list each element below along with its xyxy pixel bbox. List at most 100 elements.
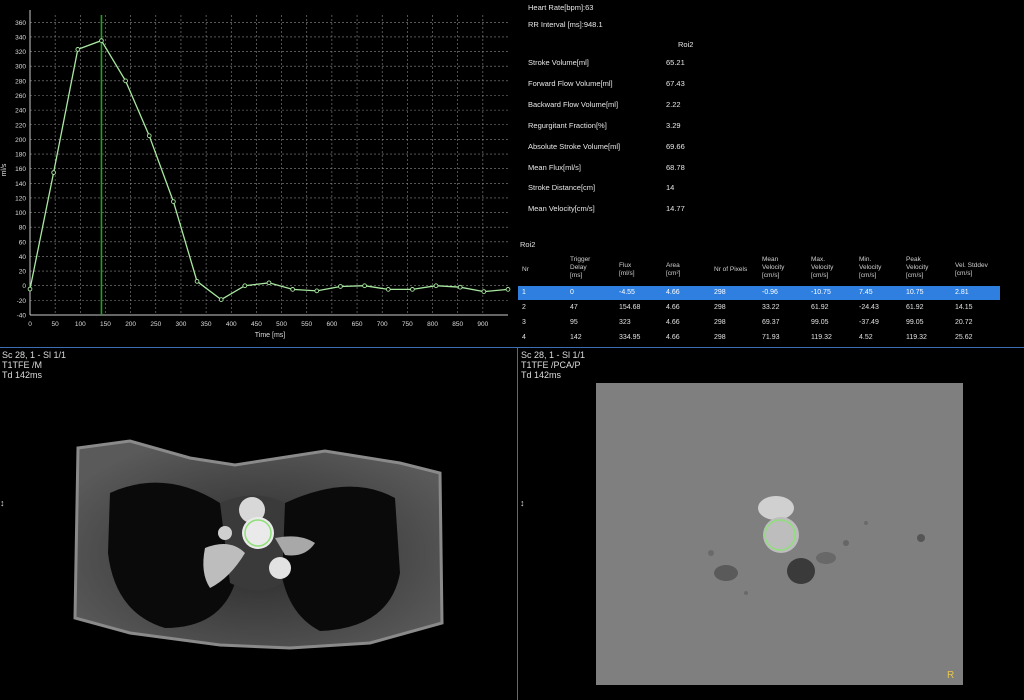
table-row[interactable]: 3 95 323 4.66 298 69.37 99.05 -37.49 99.05 20.72 bbox=[518, 316, 1000, 330]
x-axis-label: Time [ms] bbox=[255, 332, 286, 339]
table-title: Roi2 bbox=[520, 240, 536, 249]
y-tick-label: 80 bbox=[19, 225, 27, 232]
summary-label: Backward Flow Volume[ml] bbox=[528, 99, 619, 109]
table-cell: 2 bbox=[522, 304, 526, 311]
y-tick-label: 140 bbox=[15, 181, 26, 188]
y-tick-label: 340 bbox=[15, 34, 26, 41]
y-tick-label: 180 bbox=[15, 152, 26, 159]
summary-label: Stroke Distance[cm] bbox=[528, 183, 596, 193]
table-cell: 2.81 bbox=[955, 289, 969, 296]
column-header[interactable]: Peak Velocity [cm/s] bbox=[906, 256, 928, 280]
column-header[interactable]: Nr of Pixels bbox=[714, 266, 747, 274]
y-tick-label: 320 bbox=[15, 49, 26, 56]
phase-contrast-image bbox=[596, 383, 963, 685]
column-header[interactable]: Mean Velocity [cm/s] bbox=[762, 256, 784, 280]
table-cell: 33.22 bbox=[762, 304, 780, 311]
data-point bbox=[290, 287, 295, 292]
table-cell: 99.05 bbox=[811, 319, 829, 326]
table-cell: 3 bbox=[522, 319, 526, 326]
y-tick-label: -40 bbox=[17, 313, 27, 320]
y-tick-label: 160 bbox=[15, 166, 26, 173]
summary-value: 69.66 bbox=[666, 141, 685, 151]
table-cell: 1 bbox=[522, 289, 526, 296]
data-point bbox=[194, 278, 200, 284]
trigger-delay-label: Td 142ms bbox=[2, 370, 43, 380]
table-cell: -24.43 bbox=[859, 304, 879, 311]
table-cell: 61.92 bbox=[906, 304, 924, 311]
column-header[interactable]: Nr bbox=[522, 266, 529, 274]
summary-label: Mean Flux[ml/s] bbox=[528, 162, 581, 172]
rr-interval: RR Interval [ms]:948.1 bbox=[528, 20, 603, 29]
table-cell: 47 bbox=[570, 304, 578, 311]
x-tick-label: 900 bbox=[477, 321, 488, 328]
x-tick-label: 300 bbox=[176, 321, 187, 328]
x-tick-label: 850 bbox=[452, 321, 463, 328]
y-tick-label: 40 bbox=[19, 254, 27, 261]
table-cell: 298 bbox=[714, 304, 726, 311]
table-cell: 14.15 bbox=[955, 304, 973, 311]
table-row[interactable]: 2 47 154.68 4.66 298 33.22 61.92 -24.43 61.92 14.… bbox=[518, 301, 1000, 315]
table-cell: -0.96 bbox=[762, 289, 778, 296]
x-tick-label: 200 bbox=[125, 321, 136, 328]
series-slice-label: Sc 28, 1 - Sl 1/1 bbox=[521, 350, 586, 360]
sequence-label: T1TFE /M bbox=[2, 360, 42, 370]
y-tick-label: 260 bbox=[15, 93, 26, 100]
series-slice-label: Sc 28, 1 - Sl 1/1 bbox=[2, 350, 67, 360]
summary-label: Regurgitant Fraction[%] bbox=[528, 120, 607, 130]
x-tick-label: 600 bbox=[326, 321, 337, 328]
viewport-phase[interactable]: Sc 28, 1 - Sl 1/1 T1TFE /PCA/P Td 142ms … bbox=[518, 348, 1024, 700]
table-cell: 119.32 bbox=[811, 334, 832, 341]
y-tick-label: 0 bbox=[22, 283, 26, 290]
table-cell: 154.68 bbox=[619, 304, 641, 311]
data-point bbox=[27, 286, 33, 292]
x-tick-label: 550 bbox=[301, 321, 312, 328]
table-cell: 142 bbox=[570, 334, 582, 341]
data-point bbox=[385, 287, 391, 292]
table-cell: 4 bbox=[522, 334, 526, 341]
column-header[interactable]: Flux [ml/s] bbox=[619, 262, 635, 278]
data-point bbox=[457, 284, 463, 290]
data-point bbox=[362, 283, 367, 289]
data-point bbox=[218, 297, 224, 302]
column-header[interactable]: Max. Velocity [cm/s] bbox=[811, 256, 833, 280]
roi-column-header: Roi2 bbox=[678, 40, 694, 49]
x-tick-label: 800 bbox=[427, 321, 438, 328]
flow-curve-chart: -40 -20 0 20 40 60 80 100 120 140 160 180 200 220 240 2… bbox=[0, 0, 515, 345]
y-tick-label: 300 bbox=[15, 64, 26, 71]
data-point bbox=[75, 47, 81, 52]
column-header[interactable]: Trigger Delay [ms] bbox=[570, 256, 590, 280]
viewport-info: Sc 28, 1 - Sl 1/1 T1TFE /M Td 142ms bbox=[2, 350, 66, 380]
summary-value: 67.43 bbox=[666, 78, 685, 88]
x-tick-label: 350 bbox=[201, 321, 212, 328]
table-cell: 298 bbox=[714, 289, 726, 296]
y-tick-label: 120 bbox=[15, 195, 26, 202]
y-tick-label: 20 bbox=[19, 269, 27, 276]
table-cell: -37.49 bbox=[859, 319, 879, 326]
x-tick-label: 750 bbox=[402, 321, 413, 328]
table-cell: 25.62 bbox=[955, 334, 973, 341]
table-row[interactable]: 1 0 -4.55 4.66 298 -0.96 -10.75 7.45 10.75 2.81 bbox=[518, 286, 1000, 300]
column-header[interactable]: Min. Velocity [cm/s] bbox=[859, 256, 881, 280]
table-cell: 7.45 bbox=[859, 289, 873, 296]
viewport-magnitude[interactable]: Sc 28, 1 - Sl 1/1 T1TFE /M Td 142ms ↕ bbox=[0, 348, 517, 700]
scroll-arrows-icon[interactable]: ↕ bbox=[0, 498, 5, 508]
y-tick-label: 280 bbox=[15, 78, 26, 85]
table-cell: -10.75 bbox=[811, 289, 831, 296]
x-tick-label: 650 bbox=[352, 321, 363, 328]
column-header[interactable]: Vel. Stddev [cm/s] bbox=[955, 262, 988, 278]
column-header[interactable]: Area [cm²] bbox=[666, 262, 680, 278]
data-point bbox=[146, 133, 152, 139]
table-cell: 20.72 bbox=[955, 319, 973, 326]
table-row[interactable]: 4 142 334.95 4.66 298 71.93 119.32 4.52 119.32 25… bbox=[518, 331, 1000, 345]
scroll-arrows-icon[interactable]: ↕ bbox=[520, 498, 525, 508]
data-point bbox=[433, 283, 439, 289]
data-point bbox=[51, 170, 56, 175]
x-tick-label: 50 bbox=[52, 321, 60, 328]
table-cell: -4.55 bbox=[619, 289, 635, 296]
x-tick-label: 450 bbox=[251, 321, 262, 328]
summary-value: 14 bbox=[666, 183, 675, 193]
data-point bbox=[314, 288, 320, 294]
x-tick-label: 0 bbox=[28, 321, 32, 328]
table-cell: 71.93 bbox=[762, 334, 780, 341]
phase-table[interactable]: Roi2 Nr Trigger Delay [ms] Flux [ml/s] Area… bbox=[518, 240, 1024, 347]
